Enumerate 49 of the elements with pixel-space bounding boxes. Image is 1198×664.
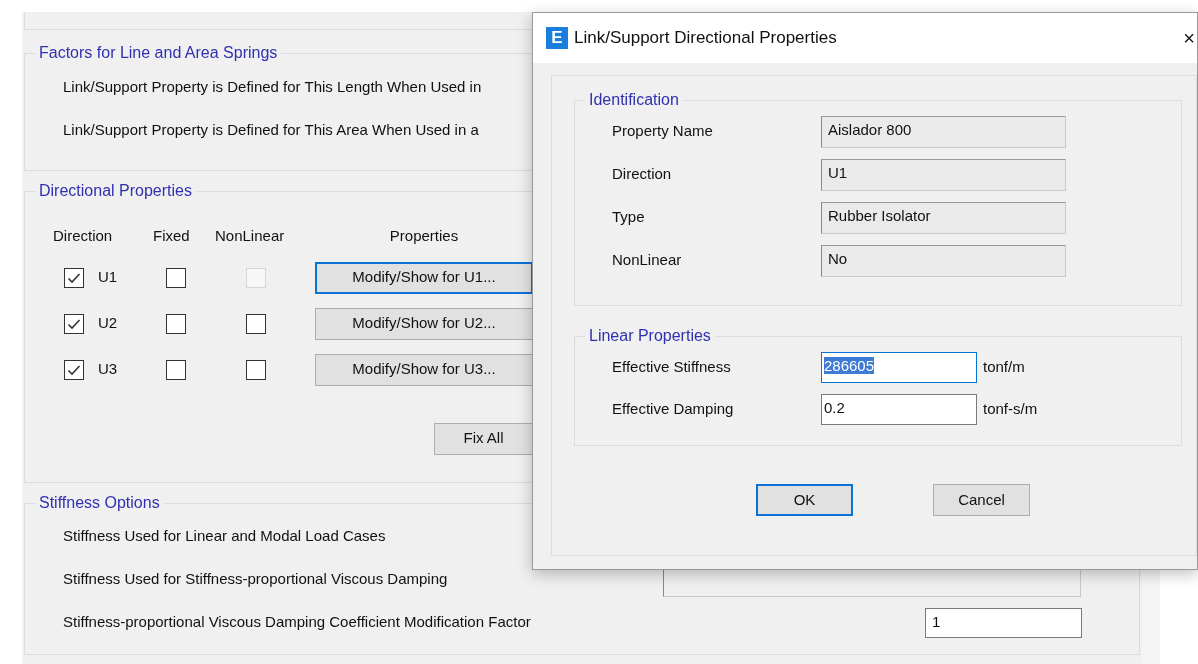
readonly-field: U1 — [821, 158, 1066, 191]
fix-all-button[interactable]: Fix All — [434, 422, 533, 455]
checkbox[interactable] — [64, 359, 84, 380]
group-title: Factors for Line and Area Springs — [38, 45, 279, 61]
checkbox-label: U3 — [98, 359, 118, 380]
input-field[interactable]: 1 — [925, 607, 1082, 638]
group-title: Identification — [588, 92, 680, 108]
column-header: Direction — [53, 226, 114, 246]
modify-button[interactable]: Modify/Show for U2... — [315, 307, 533, 340]
checkbox[interactable] — [166, 314, 186, 335]
app-icon: E — [546, 27, 568, 49]
checkbox-label: U1 — [98, 267, 118, 288]
field-label: Stiffness-proportional Viscous Damping Coefficient Modification Factor — [63, 612, 531, 633]
field-label: Stiffness Used for Stiffness-proportional Viscous Damping — [63, 569, 448, 590]
checkbox-label: U2 — [98, 313, 118, 334]
ok-button[interactable]: OK — [756, 484, 853, 516]
readonly-field: Rubber Isolator — [821, 201, 1066, 234]
field-label: Stiffness Used for Linear and Modal Load Cases — [63, 526, 386, 547]
column-header: Properties — [388, 226, 460, 246]
checkbox[interactable] — [64, 267, 84, 288]
group-title: Directional Properties — [38, 183, 193, 199]
field-label: Type — [611, 207, 646, 228]
field-label: Effective Stiffness — [611, 356, 732, 377]
field-label: Property Name — [611, 121, 714, 142]
window-title: Link/Support Directional Properties — [574, 27, 837, 50]
column-header: Fixed — [153, 226, 191, 246]
checkbox[interactable] — [246, 360, 266, 381]
cancel-button[interactable]: Cancel — [933, 484, 1030, 516]
field-label: NonLinear — [611, 250, 683, 271]
input-field[interactable]: 0.2 — [821, 393, 977, 425]
checkbox[interactable] — [64, 313, 84, 334]
checkbox[interactable] — [246, 314, 266, 335]
checkbox[interactable] — [166, 360, 186, 381]
field-label: Link/Support Property is Defined for This Area When Used in a — [63, 120, 479, 138]
unit-label: tonf/m — [983, 356, 1025, 377]
unit-label: tonf-s/m — [983, 398, 1038, 419]
readonly-field: No — [821, 244, 1066, 277]
group-title: Stiffness Options — [38, 495, 161, 511]
checkbox[interactable] — [166, 268, 186, 289]
modify-button[interactable]: Modify/Show for U3... — [315, 353, 533, 386]
modify-button[interactable]: Modify/Show for U1... — [315, 261, 533, 294]
field-label: Link/Support Property is Defined for This Length When Used in — [63, 78, 482, 95]
close-button[interactable]: × — [1183, 23, 1195, 53]
field-label: Effective Damping — [611, 398, 735, 419]
column-header: NonLinear — [215, 226, 286, 246]
group-title: Linear Properties — [588, 328, 712, 344]
field-label: Direction — [611, 164, 673, 185]
readonly-field: Aislador 800 — [821, 115, 1066, 148]
input-field[interactable]: 286605 — [821, 351, 977, 383]
